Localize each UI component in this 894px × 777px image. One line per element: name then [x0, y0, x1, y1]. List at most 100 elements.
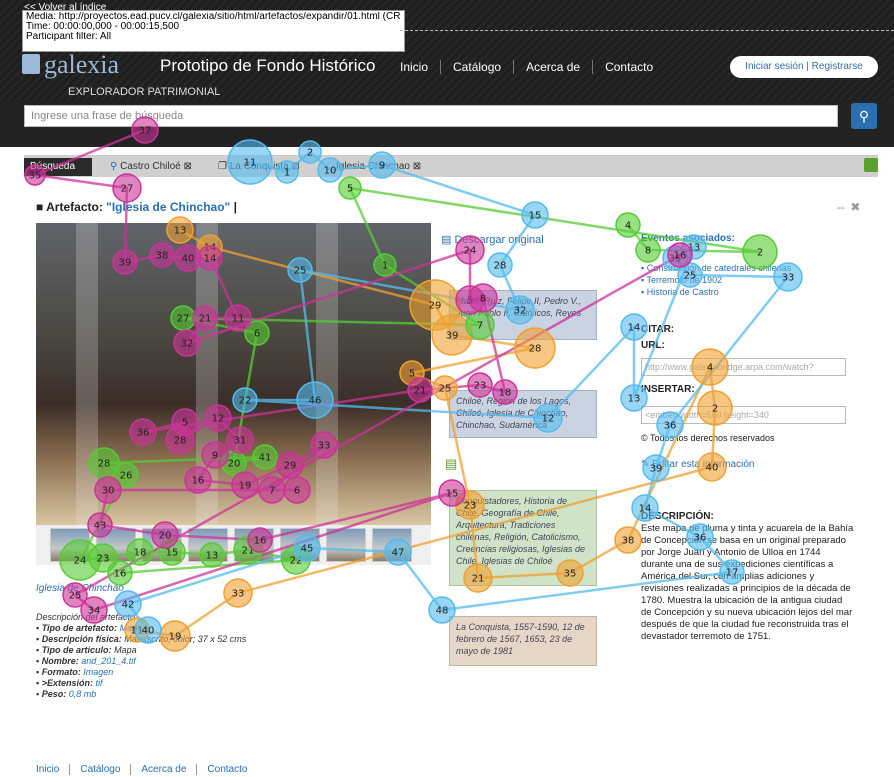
thumbnail[interactable] — [188, 528, 228, 562]
embed-field[interactable]: <embed width=560 height=340 — [641, 406, 846, 424]
fixation-point: 38 — [614, 526, 642, 554]
search-icon[interactable]: ⚲ — [851, 103, 877, 129]
thumbnail[interactable] — [234, 528, 274, 562]
cite-section: CITAR: URL: — [641, 322, 674, 354]
logo[interactable]: galexia — [44, 50, 119, 80]
login-button[interactable]: Iniciar sesión | Registrarse — [730, 56, 878, 78]
hat-icon: ■ — [36, 200, 47, 214]
fixation-circle — [223, 578, 253, 608]
fixation-number: 5 — [347, 184, 353, 195]
fixation-number: 2 — [757, 248, 763, 259]
metadata-row: ▪ Tipo de artefacto: Mapa — [36, 623, 143, 633]
footer-inicio[interactable]: Inicio — [36, 764, 69, 775]
fixation-point: 27 — [112, 173, 142, 203]
url-field[interactable]: http://www.galexiabudge.arpa.com/watch? — [641, 358, 846, 376]
metadata-key: Descripción física: — [41, 634, 122, 644]
site-subtitle: EXPLORADOR PATRIMONIAL — [68, 86, 221, 98]
fixation-point: 33 — [223, 578, 253, 608]
event-label: Construcción de catedrales chilenas — [646, 263, 792, 273]
download-link[interactable]: ▤ Descargar original — [441, 233, 544, 246]
event-link[interactable]: ▪ Historia de Castro — [641, 286, 791, 298]
footer-catalogo[interactable]: Catálogo — [69, 764, 130, 775]
breadcrumb-iglesia[interactable]: Iglesia Chinchao ⊠ — [330, 158, 427, 176]
cite-heading: CITAR: — [641, 324, 675, 335]
metadata-key: Nombre: — [41, 656, 79, 666]
events-heading: Eventos asociados: — [641, 233, 735, 244]
metadata-heading: Descripción del artefacto — [36, 612, 136, 622]
thumbnail[interactable] — [96, 528, 136, 562]
fixation-number: 15 — [529, 211, 542, 222]
thumbnail[interactable] — [326, 528, 366, 562]
fixation-number: 33 — [232, 589, 245, 600]
fixation-circle — [112, 173, 142, 203]
event-label: Historia de Castro — [646, 287, 719, 297]
rights-text: © Todos los derechos reservados — [641, 433, 775, 443]
thumbnail[interactable] — [372, 528, 412, 562]
fixation-circle — [338, 176, 362, 200]
thumbnail-strip — [36, 525, 431, 565]
tag-dates[interactable]: La Conquista, 1557-1590, 12 de febrero d… — [449, 616, 597, 666]
nav-catalogo[interactable]: Catálogo — [440, 60, 513, 74]
metadata-row: ▪ Descripción física: Manuscrito, color;… — [36, 634, 247, 644]
home-icon[interactable] — [864, 158, 878, 172]
fixation-circle — [615, 212, 641, 238]
breadcrumb-conquista[interactable]: ❐ La Conquista ⊠ — [212, 158, 306, 176]
metadata-value: Manuscrito, color; 37 x 52 cms — [124, 634, 247, 644]
list-icon: ▤ — [445, 456, 458, 471]
breadcrumb-label: La Conquista — [229, 161, 289, 172]
tag-people[interactable]: Martín Ruiz, Felipe II, Pedro V., Juan P… — [449, 290, 597, 340]
fixation-point: 4 — [615, 212, 641, 238]
fixation-number: 13 — [688, 243, 701, 254]
site-title: Prototipo de Fondo Histórico — [160, 56, 376, 75]
metadata-key: >Extensión: — [41, 678, 93, 688]
media-url: Media: http://proyectos.ead.pucv.cl/gale… — [26, 12, 401, 22]
metadata-value: Mapa — [119, 623, 143, 633]
search-icon: ⚲ — [110, 161, 121, 172]
media-time: Time: 00:00:00,000 - 00:00:15,500 — [26, 22, 180, 32]
divider — [400, 30, 894, 31]
fixation-number: 13 — [628, 394, 641, 405]
events-list: ▪ Construcción de catedrales chilenas ▪ … — [641, 262, 791, 298]
metadata-value: Imagen — [83, 667, 114, 677]
fixation-number: 16 — [114, 569, 127, 580]
search-input[interactable]: Ingrese una frase de búsqueda — [24, 105, 838, 127]
breadcrumb-castro[interactable]: ⚲ Castro Chiloé ⊠ — [104, 158, 198, 176]
metadata-row: ▪ Formato: Imagen — [36, 667, 114, 677]
copy-icon: ❐ — [218, 161, 230, 172]
event-link[interactable]: ▪ Terremoto de 1902 — [641, 274, 791, 286]
event-link[interactable]: ▪ Construcción de catedrales chilenas — [641, 262, 791, 274]
screen: << Volver al índice Media: http://proyec… — [0, 0, 894, 777]
expand-icon[interactable]: ⇔ ✖ — [835, 200, 860, 214]
fixation-number: 24 — [464, 246, 477, 257]
metadata-value: Mapa — [114, 645, 137, 655]
metadata-key: Tipo de artefacto: — [41, 623, 118, 633]
nav-inicio[interactable]: Inicio — [398, 60, 440, 74]
tag-places[interactable]: Chiloé, Región de los Lagos, Chiloé, Igl… — [449, 390, 597, 438]
footer-acerca[interactable]: Acerca de — [130, 764, 196, 775]
thumbnail[interactable] — [142, 528, 182, 562]
photo-caption: Iglesia de Chinchao — [36, 583, 124, 594]
fixation-number: 27 — [121, 184, 134, 195]
metadata-value: and_201_4.tif — [81, 656, 136, 666]
fixation-number: 28 — [494, 261, 507, 272]
nav-contacto[interactable]: Contacto — [592, 60, 665, 74]
url-label: URL: — [641, 340, 665, 351]
photo-columns — [36, 223, 431, 525]
event-label: Terremoto de 1902 — [646, 275, 723, 285]
fixation-number: 48 — [436, 606, 449, 617]
tag-topics[interactable]: Conquistadores, Historia de Chile, Geogr… — [449, 490, 597, 586]
footer-contacto[interactable]: Contacto — [196, 764, 257, 775]
breadcrumb-label: Castro Chiloé — [120, 161, 181, 172]
fixation-number: 38 — [622, 536, 635, 547]
fixation-number: 16 — [674, 251, 687, 262]
download-icon: ▤ — [441, 234, 455, 246]
description-heading: DESCRIPCIÓN: — [641, 511, 714, 522]
footer-nav: Inicio Catálogo Acerca de Contacto — [36, 764, 257, 775]
metadata-key: Peso: — [41, 689, 67, 699]
breadcrumb-busqueda[interactable]: Búsqueda — [24, 158, 92, 176]
nav-acerca[interactable]: Acerca de — [513, 60, 592, 74]
thumbnail[interactable] — [280, 528, 320, 562]
edit-link[interactable]: ✎ Editar esta información — [641, 459, 754, 470]
page-title: ■ Artefacto: "Iglesia de Chinchao" | — [36, 200, 237, 214]
thumbnail[interactable] — [50, 528, 90, 562]
